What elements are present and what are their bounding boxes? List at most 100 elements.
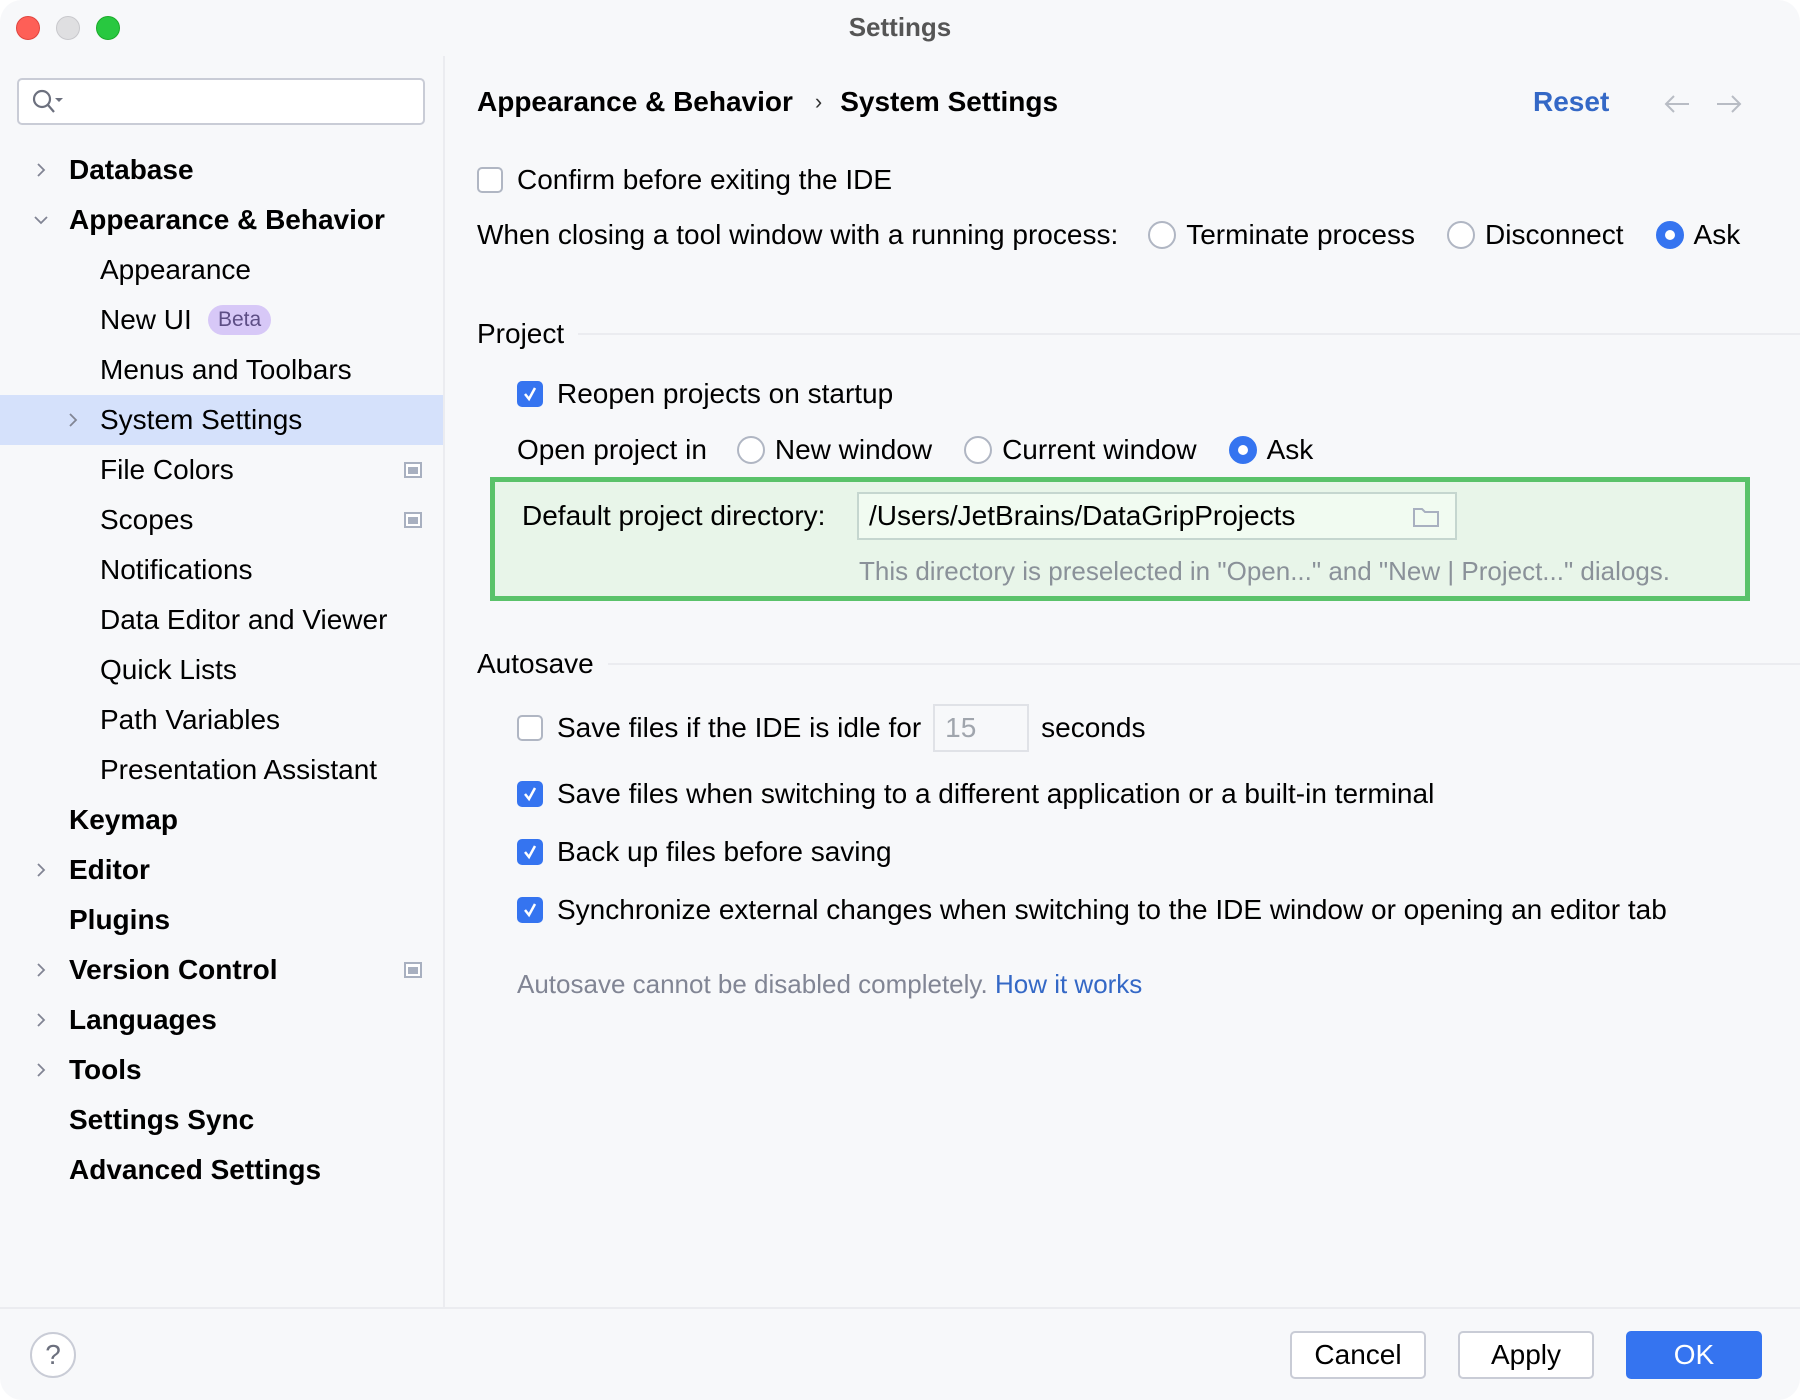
default-directory-value: /Users/JetBrains/DataGripProjects: [869, 500, 1296, 531]
sidebar-item-label: Advanced Settings: [69, 1154, 322, 1185]
reopen-projects-row[interactable]: Reopen projects on startup: [517, 378, 893, 410]
sidebar-item-appearance[interactable]: Appearance: [0, 245, 443, 295]
backup-checkbox[interactable]: [517, 839, 543, 865]
autosave-section-title: Autosave: [477, 648, 594, 679]
sidebar-item-data-editor-and-viewer[interactable]: Data Editor and Viewer: [0, 595, 443, 645]
sidebar-item-notifications[interactable]: Notifications: [0, 545, 443, 595]
radio-ask-closing[interactable]: Ask: [1655, 219, 1741, 251]
closing-tool-window-label: When closing a tool window with a runnin…: [477, 219, 1119, 250]
sidebar-item-plugins[interactable]: Plugins: [0, 895, 443, 945]
radio-current-window[interactable]: Current window: [964, 434, 1197, 466]
reset-link[interactable]: Reset: [1533, 86, 1609, 118]
open-project-in-label: Open project in: [517, 434, 707, 465]
chevron-right-icon[interactable]: [32, 861, 50, 879]
radio-terminate-process[interactable]: Terminate process: [1148, 219, 1415, 251]
chevron-right-icon[interactable]: [32, 1061, 50, 1079]
default-directory-hint: This directory is preselected in "Open..…: [859, 556, 1671, 586]
sidebar-item-label: File Colors: [100, 454, 234, 485]
settings-content: Appearance & Behavior › System Settings …: [445, 56, 1800, 1307]
radio-button[interactable]: [1228, 436, 1257, 464]
sidebar-item-version-control[interactable]: Version Control: [0, 945, 443, 995]
radio-button[interactable]: [964, 436, 993, 464]
autosave-note: Autosave cannot be disabled completely. …: [517, 969, 1142, 1000]
default-directory-highlight: Default project directory: /Users/JetBra…: [490, 477, 1750, 601]
settings-sidebar: Database Appearance & Behavior Appearance N…: [0, 56, 443, 1307]
breadcrumb-separator: ›: [814, 89, 823, 114]
sidebar-item-keymap[interactable]: Keymap: [0, 795, 443, 845]
save-switching-label: Save files when switching to a different…: [557, 778, 1435, 809]
section-divider: [607, 663, 1800, 665]
sidebar-item-editor[interactable]: Editor: [0, 845, 443, 895]
checkmark-icon: [524, 387, 537, 402]
beta-badge: Beta: [208, 305, 272, 335]
chevron-right-icon[interactable]: [32, 161, 50, 179]
sidebar-item-label: New UI: [100, 304, 192, 335]
sidebar-item-scopes[interactable]: Scopes: [0, 495, 443, 545]
folder-icon[interactable]: [1411, 504, 1441, 530]
chevron-right-icon[interactable]: [32, 961, 50, 979]
save-switching-row[interactable]: Save files when switching to a different…: [517, 778, 1434, 810]
save-idle-row: Save files if the IDE is idle for 15 sec…: [517, 704, 1145, 752]
search-input[interactable]: [17, 78, 425, 125]
sync-checkbox[interactable]: [517, 897, 543, 923]
sync-row[interactable]: Synchronize external changes when switch…: [517, 894, 1667, 926]
settings-tree: Database Appearance & Behavior Appearance N…: [0, 145, 443, 1195]
radio-button[interactable]: [1447, 221, 1475, 249]
radio-new-window[interactable]: New window: [736, 434, 932, 466]
window-title: Settings: [848, 12, 952, 42]
sidebar-item-languages[interactable]: Languages: [0, 995, 443, 1045]
chevron-right-icon[interactable]: [32, 1011, 50, 1029]
confirm-exit-checkbox[interactable]: [477, 167, 503, 193]
breadcrumb: Appearance & Behavior › System Settings: [477, 86, 1058, 118]
apply-button[interactable]: Apply: [1458, 1331, 1594, 1379]
autosave-note-text: Autosave cannot be disabled completely.: [517, 969, 988, 999]
sidebar-item-menus-and-toolbars[interactable]: Menus and Toolbars: [0, 345, 443, 395]
save-idle-checkbox[interactable]: [517, 715, 543, 741]
radio-label: Ask: [1266, 434, 1314, 465]
sidebar-item-label: Appearance: [100, 254, 252, 285]
confirm-exit-row[interactable]: Confirm before exiting the IDE: [477, 164, 892, 196]
project-level-icon: [404, 512, 422, 528]
idle-seconds-input[interactable]: 15: [933, 704, 1030, 752]
radio-button[interactable]: [1655, 221, 1684, 249]
radio-label: Current window: [1002, 434, 1197, 465]
sidebar-item-appearance-behavior[interactable]: Appearance & Behavior: [0, 195, 443, 245]
sidebar-item-file-colors[interactable]: File Colors: [0, 445, 443, 495]
chevron-right-icon[interactable]: [64, 411, 82, 429]
radio-button[interactable]: [1148, 221, 1177, 249]
default-directory-input[interactable]: /Users/JetBrains/DataGripProjects: [857, 492, 1457, 540]
sidebar-item-system-settings[interactable]: System Settings: [0, 395, 443, 445]
checkmark-icon: [524, 845, 537, 860]
forward-arrow-icon[interactable]: [1715, 94, 1743, 114]
search-icon: [32, 89, 63, 113]
ok-button[interactable]: OK: [1626, 1331, 1762, 1379]
save-switching-checkbox[interactable]: [517, 781, 543, 807]
sidebar-item-advanced-settings[interactable]: Advanced Settings: [0, 1145, 443, 1195]
default-directory-label: Default project directory:: [522, 500, 826, 531]
cancel-button[interactable]: Cancel: [1290, 1331, 1426, 1379]
how-it-works-link[interactable]: How it works: [995, 969, 1142, 999]
sidebar-item-path-variables[interactable]: Path Variables: [0, 695, 443, 745]
sidebar-item-tools[interactable]: Tools: [0, 1045, 443, 1095]
radio-ask-open[interactable]: Ask: [1228, 434, 1314, 466]
help-button[interactable]: ?: [30, 1332, 76, 1378]
settings-window: Settings Database Appearance & Behavior Ap…: [0, 0, 1800, 1400]
sidebar-item-settings-sync[interactable]: Settings Sync: [0, 1095, 443, 1145]
project-section-title: Project: [477, 318, 565, 349]
chevron-down-icon[interactable]: [32, 211, 50, 229]
sidebar-item-label: Presentation Assistant: [100, 754, 378, 785]
sidebar-item-label: Tools: [69, 1054, 142, 1085]
reopen-projects-checkbox[interactable]: [517, 381, 543, 407]
breadcrumb-parent[interactable]: Appearance & Behavior: [477, 86, 793, 118]
sidebar-item-quick-lists[interactable]: Quick Lists: [0, 645, 443, 695]
radio-disconnect[interactable]: Disconnect: [1447, 219, 1624, 251]
sidebar-item-presentation-assistant[interactable]: Presentation Assistant: [0, 745, 443, 795]
backup-row[interactable]: Back up files before saving: [517, 836, 892, 868]
sidebar-item-label: Plugins: [69, 904, 171, 935]
save-idle-label: Save files if the IDE is idle for: [557, 712, 922, 743]
back-arrow-icon[interactable]: [1663, 94, 1691, 114]
sidebar-item-new-ui[interactable]: New UI Beta: [0, 295, 443, 345]
sidebar-item-database[interactable]: Database: [0, 145, 443, 195]
radio-label: Ask: [1693, 219, 1741, 250]
radio-button[interactable]: [736, 436, 765, 464]
